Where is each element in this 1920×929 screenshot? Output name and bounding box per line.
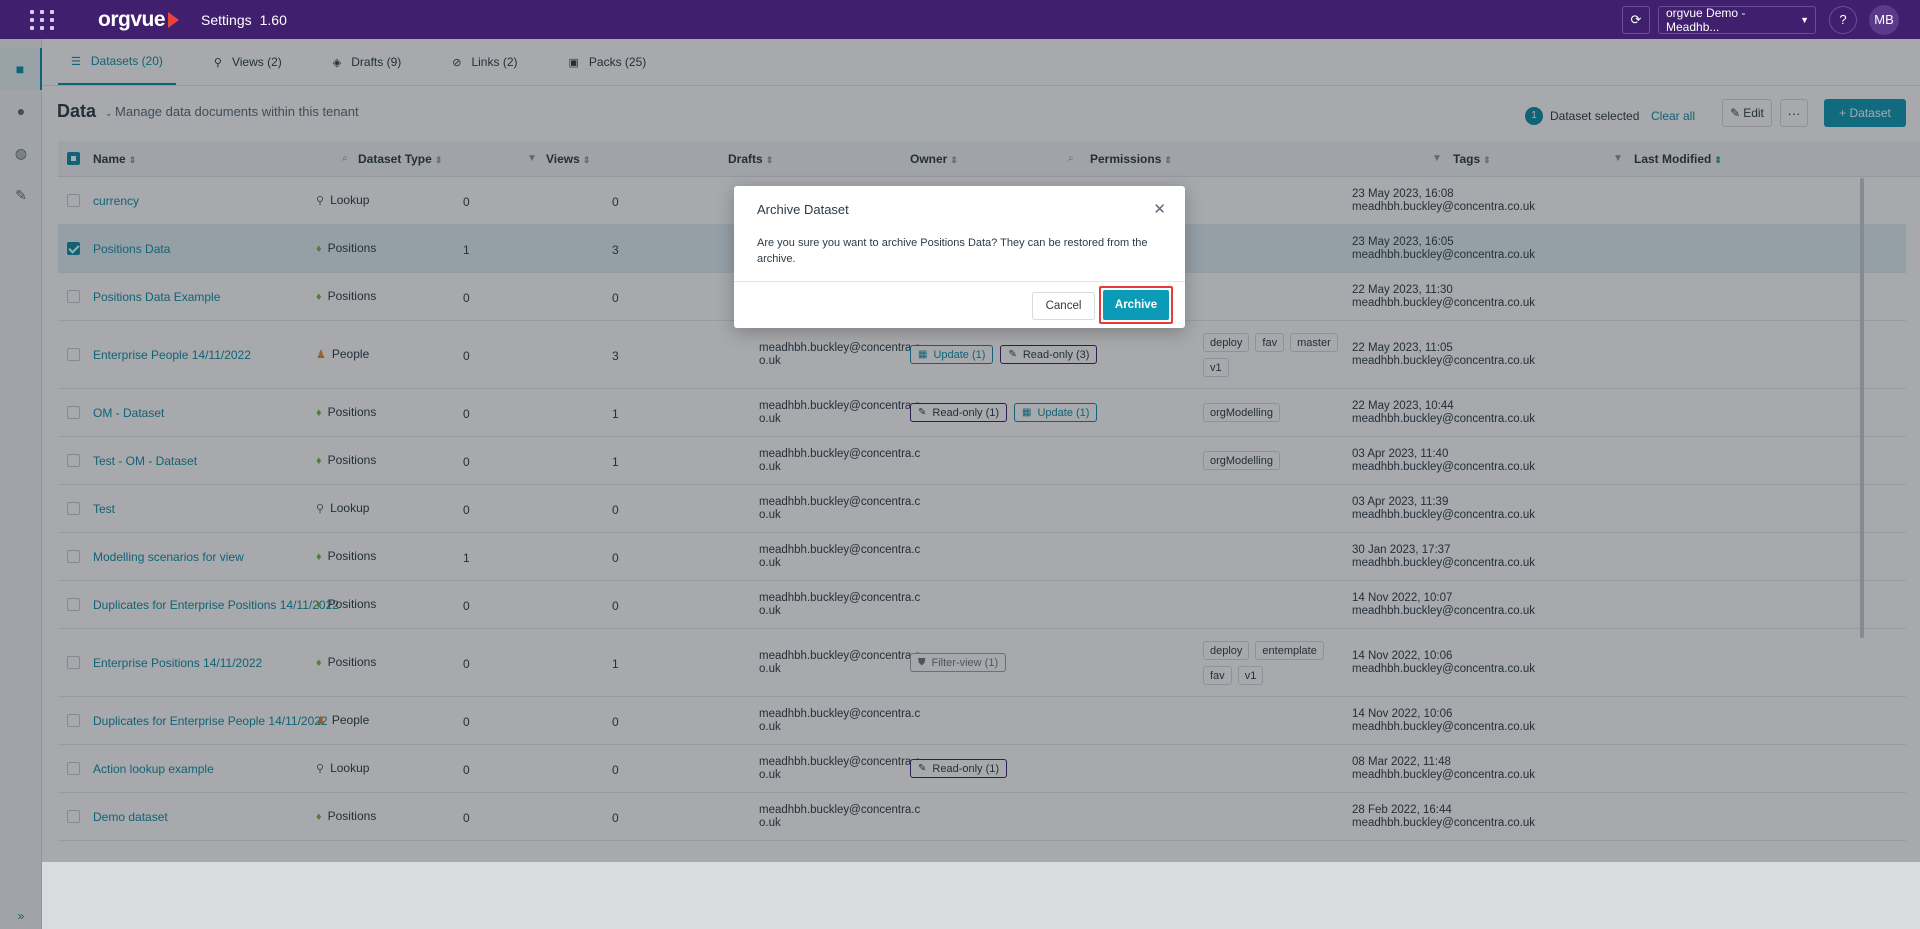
dialog-message: Are you sure you want to archive Positio… [757, 237, 1148, 265]
refresh-button[interactable]: ⟳ [1622, 5, 1650, 34]
empty-area [42, 862, 1920, 929]
tenant-label: orgvue Demo - Meadhb... [1666, 5, 1746, 34]
chevron-down-icon: ▼ [1800, 14, 1809, 25]
logo-mark-icon [168, 11, 180, 28]
refresh-icon: ⟳ [1630, 11, 1642, 27]
nav-backdrop [0, 39, 42, 929]
tenant-select[interactable]: orgvue Demo - Meadhb... ▼ [1658, 5, 1816, 34]
dialog-title: Archive Dataset [757, 202, 849, 217]
help-button[interactable]: ? [1829, 5, 1857, 34]
cancel-button[interactable]: Cancel [1032, 292, 1095, 320]
app-version: 1.60 [259, 11, 287, 28]
avatar[interactable]: MB [1869, 4, 1899, 35]
top-bar: orgvue Settings 1.60 ⟳ orgvue Demo - Mea… [0, 0, 1920, 39]
app-title: Settings [201, 11, 252, 28]
archive-button[interactable]: Archive [1103, 290, 1169, 320]
close-icon[interactable]: ✕ [1153, 200, 1166, 218]
app-launcher-icon[interactable] [30, 7, 56, 33]
orgvue-logo[interactable]: orgvue [98, 8, 180, 32]
archive-dialog: Archive Dataset ✕ Are you sure you want … [734, 186, 1185, 328]
divider [734, 281, 1185, 282]
modal-backdrop[interactable] [42, 39, 1920, 929]
